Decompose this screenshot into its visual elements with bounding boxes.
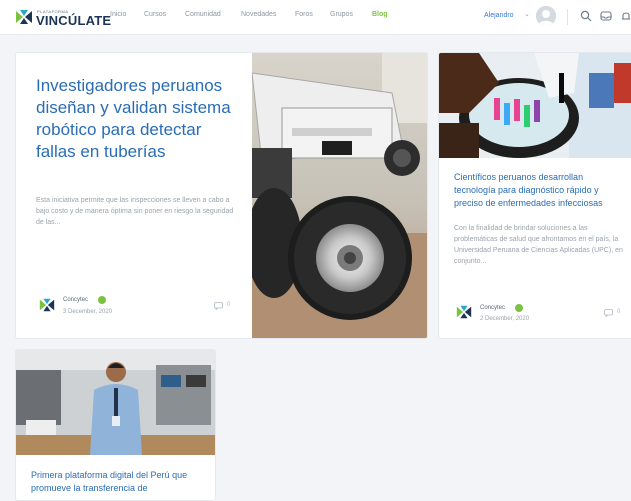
nav-comunidad[interactable]: Comunidad bbox=[185, 11, 221, 18]
featured-post-card[interactable]: Investigadores peruanos diseñan y valida… bbox=[15, 52, 428, 339]
post-title[interactable]: Investigadores peruanos diseñan y valida… bbox=[36, 75, 236, 163]
logo-mark-icon bbox=[16, 10, 32, 24]
nav-blog[interactable]: Blog bbox=[372, 11, 388, 18]
post-date: 3 December, 2020 bbox=[63, 309, 113, 315]
top-navbar: PLATAFORMA VINCÚLATE Inicio Cursos Comun… bbox=[0, 0, 631, 35]
nav-novedades[interactable]: Novedades bbox=[241, 11, 276, 18]
lab-samples-photo[interactable] bbox=[439, 53, 631, 158]
author-logo-icon bbox=[39, 298, 55, 312]
nav-inicio[interactable]: Inicio bbox=[110, 11, 126, 18]
notifications-icon[interactable] bbox=[620, 10, 631, 22]
comment-icon[interactable] bbox=[214, 302, 223, 310]
search-icon[interactable] bbox=[580, 10, 592, 22]
author-logo-icon bbox=[456, 305, 472, 319]
post-title[interactable]: Científicos peruanos desarrollan tecnolo… bbox=[454, 171, 624, 210]
header-divider bbox=[567, 9, 568, 25]
verified-badge-icon bbox=[98, 296, 106, 304]
post-title[interactable]: Primera plataforma digital del Perú que … bbox=[31, 469, 206, 495]
user-avatar-icon bbox=[536, 6, 556, 26]
post-author[interactable]: Concytec bbox=[63, 297, 88, 303]
nav-foros[interactable]: Foros bbox=[295, 11, 313, 18]
verified-badge-icon bbox=[515, 304, 523, 312]
researcher-image bbox=[16, 350, 215, 455]
post-excerpt: Esta iniciativa permite que las inspecci… bbox=[36, 197, 234, 226]
post-card[interactable]: Científicos peruanos desarrollan tecnolo… bbox=[438, 52, 631, 339]
chevron-down-icon[interactable]: ⌄ bbox=[524, 10, 530, 18]
lab-image bbox=[439, 53, 631, 158]
post-date: 2 December, 2020 bbox=[480, 316, 530, 322]
post-excerpt: Con la finalidad de brindar soluciones a… bbox=[454, 225, 623, 265]
avatar[interactable] bbox=[536, 6, 556, 26]
inbox-icon[interactable] bbox=[600, 10, 612, 22]
lab-researcher-photo[interactable] bbox=[16, 350, 215, 455]
post-card[interactable]: Primera plataforma digital del Perú que … bbox=[15, 349, 216, 501]
comment-icon[interactable] bbox=[604, 309, 613, 317]
robot-wheels-photo[interactable] bbox=[252, 53, 427, 338]
nav-cursos[interactable]: Cursos bbox=[144, 11, 166, 18]
robot-image bbox=[252, 53, 427, 338]
post-author[interactable]: Concytec bbox=[480, 305, 505, 311]
comment-count: 0 bbox=[617, 309, 621, 315]
comment-count: 0 bbox=[227, 302, 231, 308]
nav-grupos[interactable]: Grupos bbox=[330, 11, 353, 18]
user-name[interactable]: Alejandro bbox=[484, 12, 514, 19]
logo-brand-text: VINCÚLATE bbox=[36, 13, 112, 28]
